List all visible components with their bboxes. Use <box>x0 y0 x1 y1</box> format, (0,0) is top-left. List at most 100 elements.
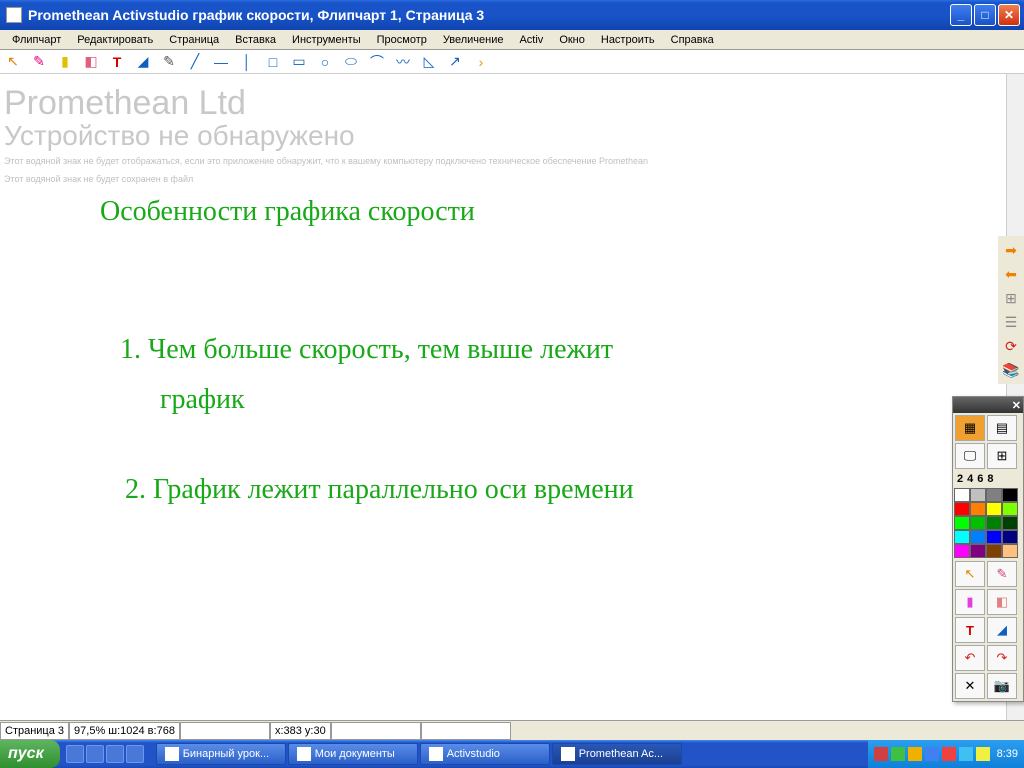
tool-palette[interactable]: ✕ ▦ ▤ 🖵 ⊞ 2 4 6 8 ↖ ✎ ▮ ◧ T ◢ ↶ ↷ ✕ 📷 <box>952 396 1024 702</box>
line-tool[interactable]: ╱ <box>184 52 206 72</box>
color-swatch[interactable] <box>986 488 1002 502</box>
callout-tool[interactable]: ◺ <box>418 52 440 72</box>
color-swatch[interactable] <box>986 516 1002 530</box>
curve-tool[interactable]: 〰 <box>392 52 414 72</box>
tree-icon[interactable]: ⊞ <box>1001 288 1021 308</box>
palette-highlighter-icon[interactable]: ▮ <box>955 589 985 615</box>
highlighter-tool[interactable]: ▮ <box>54 52 76 72</box>
palette-doc-icon[interactable]: ▦ <box>955 415 985 441</box>
refresh-icon[interactable]: ⟳ <box>1001 336 1021 356</box>
tray-icon[interactable] <box>959 747 973 761</box>
rect-tool[interactable]: ▭ <box>288 52 310 72</box>
taskbar-task[interactable]: Promethean Ac... <box>552 743 682 765</box>
text-tool[interactable]: T <box>106 52 128 72</box>
ql-icon-4[interactable] <box>126 745 144 763</box>
ellipse-tool[interactable]: ⬭ <box>340 52 362 72</box>
menu-zoom[interactable]: Увеличение <box>435 32 512 48</box>
prev-page-icon[interactable]: ⬅ <box>1001 264 1021 284</box>
circle-tool[interactable]: ○ <box>314 52 336 72</box>
taskbar-task[interactable]: Бинарный урок... <box>156 743 286 765</box>
layers-icon[interactable]: ☰ <box>1001 312 1021 332</box>
color-swatch[interactable] <box>986 530 1002 544</box>
color-swatch[interactable] <box>970 530 986 544</box>
clock[interactable]: 8:39 <box>993 748 1018 760</box>
tray-icon[interactable] <box>925 747 939 761</box>
menu-settings[interactable]: Настроить <box>593 32 663 48</box>
menu-tools[interactable]: Инструменты <box>284 32 369 48</box>
ql-icon-3[interactable] <box>106 745 124 763</box>
tray-icon[interactable] <box>908 747 922 761</box>
start-button[interactable]: пуск <box>0 740 60 768</box>
library-icon[interactable]: 📚 <box>1001 360 1021 380</box>
cursor-tool[interactable]: ↖ <box>2 52 24 72</box>
palette-fill-icon[interactable]: ◢ <box>987 617 1017 643</box>
color-swatch[interactable] <box>1002 544 1018 558</box>
color-swatch[interactable] <box>970 516 986 530</box>
menu-help[interactable]: Справка <box>663 32 722 48</box>
palette-cursor-icon[interactable]: ↖ <box>955 561 985 587</box>
pen-tool[interactable]: ✎ <box>28 52 50 72</box>
maximize-button[interactable]: □ <box>974 4 996 26</box>
menu-view[interactable]: Просмотр <box>369 32 435 48</box>
taskbar-task[interactable]: Мои документы <box>288 743 418 765</box>
menu-insert[interactable]: Вставка <box>227 32 284 48</box>
tray-icon[interactable] <box>942 747 956 761</box>
palette-close-icon[interactable]: ✕ <box>1012 399 1021 412</box>
palette-clear-icon[interactable]: ✕ <box>955 673 985 699</box>
menu-window[interactable]: Окно <box>551 32 593 48</box>
menu-flipchart[interactable]: Флипчарт <box>4 32 69 48</box>
hline-tool[interactable]: — <box>210 52 232 72</box>
color-swatch[interactable] <box>970 502 986 516</box>
eraser-tool[interactable]: ◧ <box>80 52 102 72</box>
palette-eraser-icon[interactable]: ◧ <box>987 589 1017 615</box>
system-tray: 8:39 <box>868 740 1024 768</box>
vline-tool[interactable]: │ <box>236 52 258 72</box>
width-8[interactable]: 8 <box>987 473 993 485</box>
palette-page-icon[interactable]: ▤ <box>987 415 1017 441</box>
chevron-tool[interactable]: › <box>470 52 492 72</box>
window-titlebar: Promethean Activstudio график скорости, … <box>0 0 1024 30</box>
arc-tool[interactable]: ⌒ <box>366 52 388 72</box>
width-6[interactable]: 6 <box>977 473 983 485</box>
color-swatch[interactable] <box>954 502 970 516</box>
fill-tool[interactable]: ◢ <box>132 52 154 72</box>
color-swatch[interactable] <box>1002 502 1018 516</box>
color-swatch[interactable] <box>954 516 970 530</box>
tray-icon[interactable] <box>891 747 905 761</box>
palette-pen-icon[interactable]: ✎ <box>987 561 1017 587</box>
color-swatch[interactable] <box>954 488 970 502</box>
color-swatch[interactable] <box>954 544 970 558</box>
flipchart-canvas[interactable]: Promethean Ltd Устройство не обнаружено … <box>0 74 1024 720</box>
tray-icon[interactable] <box>874 747 888 761</box>
color-swatch[interactable] <box>970 488 986 502</box>
color-swatch[interactable] <box>1002 530 1018 544</box>
color-swatch[interactable] <box>986 544 1002 558</box>
color-swatch[interactable] <box>986 502 1002 516</box>
arrow-tool[interactable]: ↗ <box>444 52 466 72</box>
minimize-button[interactable]: _ <box>950 4 972 26</box>
square-tool[interactable]: □ <box>262 52 284 72</box>
pen2-tool[interactable]: ✎ <box>158 52 180 72</box>
palette-header[interactable]: ✕ <box>953 397 1023 413</box>
width-4[interactable]: 4 <box>967 473 973 485</box>
color-swatch[interactable] <box>1002 516 1018 530</box>
color-swatch[interactable] <box>970 544 986 558</box>
tray-icon[interactable] <box>976 747 990 761</box>
ql-icon-2[interactable] <box>86 745 104 763</box>
palette-text-icon[interactable]: T <box>955 617 985 643</box>
width-2[interactable]: 2 <box>957 473 963 485</box>
ql-icon-1[interactable] <box>66 745 84 763</box>
next-page-icon[interactable]: ➡ <box>1001 240 1021 260</box>
palette-undo-icon[interactable]: ↶ <box>955 645 985 671</box>
color-swatch[interactable] <box>1002 488 1018 502</box>
menu-page[interactable]: Страница <box>161 32 227 48</box>
taskbar-task[interactable]: Activstudio <box>420 743 550 765</box>
palette-windows-icon[interactable]: ⊞ <box>987 443 1017 469</box>
palette-monitor-icon[interactable]: 🖵 <box>955 443 985 469</box>
menu-edit[interactable]: Редактировать <box>69 32 161 48</box>
menu-activ[interactable]: Activ <box>511 32 551 48</box>
palette-redo-icon[interactable]: ↷ <box>987 645 1017 671</box>
close-button[interactable]: ✕ <box>998 4 1020 26</box>
palette-camera-icon[interactable]: 📷 <box>987 673 1017 699</box>
color-swatch[interactable] <box>954 530 970 544</box>
